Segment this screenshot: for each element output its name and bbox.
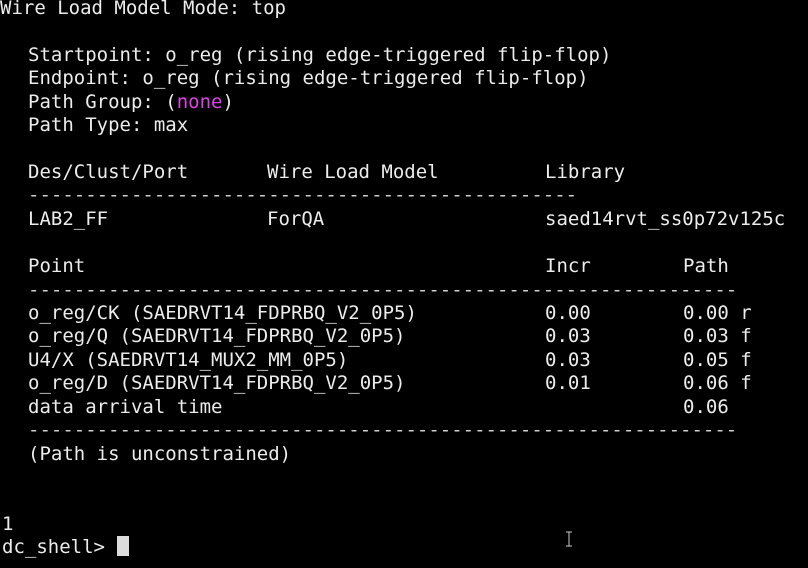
wlm-separator: ----------------------------------------… (28, 184, 578, 206)
wlm-row-model: ForQA (267, 208, 325, 230)
unconstrained-note: (Path is unconstrained) (28, 443, 292, 465)
timing-separator: ----------------------------------------… (28, 279, 738, 301)
i-beam-cursor-icon (565, 531, 573, 547)
terminal-window[interactable]: Wire Load Model Mode: top Startpoint: o_… (0, 0, 808, 568)
return-value: 1 (2, 513, 14, 535)
timing-row-point: U4/X (SAEDRVT14_MUX2_MM_0P5) (28, 349, 349, 371)
timing-row-incr: 0.01 (545, 372, 591, 394)
path-type-line: Path Type: max (28, 114, 189, 136)
path-group-value: none (176, 91, 223, 113)
timing-row-incr: 0.00 (545, 302, 591, 324)
timing-header-point: Point (28, 255, 86, 277)
wire-load-mode-line: Wire Load Model Mode: top (0, 0, 286, 19)
timing-row-path: 0.05 f (683, 349, 752, 371)
path-group-line: Path Group: (none) (28, 91, 234, 114)
text-cursor[interactable] (117, 536, 130, 556)
wlm-header-library: Library (545, 161, 626, 183)
shell-prompt: dc_shell> (2, 536, 117, 558)
timing-row-incr: 0.03 (545, 325, 591, 347)
shell-prompt-line[interactable]: dc_shell> (2, 536, 130, 559)
path-group-suffix: ) (222, 91, 234, 113)
path-group-prefix: Path Group: ( (28, 91, 177, 113)
endpoint-line: Endpoint: o_reg (rising edge-triggered f… (28, 67, 589, 89)
timing-row-path: 0.03 f (683, 325, 752, 347)
timing-header-path: Path (683, 255, 729, 277)
timing-row-path: 0.00 r (683, 302, 752, 324)
timing-footer-separator: ----------------------------------------… (28, 419, 738, 441)
timing-row-incr: 0.03 (545, 349, 591, 371)
timing-row-point: o_reg/D (SAEDRVT14_FDPRBQ_V2_0P5) (28, 372, 406, 394)
timing-row-point: o_reg/CK (SAEDRVT14_FDPRBQ_V2_0P5) (28, 302, 417, 324)
timing-row-point: o_reg/Q (SAEDRVT14_FDPRBQ_V2_0P5) (28, 325, 406, 347)
data-arrival-label: data arrival time (28, 396, 223, 418)
timing-header-incr: Incr (545, 255, 591, 277)
timing-row-path: 0.06 f (683, 372, 752, 394)
wlm-header-des-clust-port: Des/Clust/Port (28, 161, 189, 183)
wlm-row-library: saed14rvt_ss0p72v125c (545, 208, 786, 230)
data-arrival-path: 0.06 (683, 396, 729, 418)
startpoint-line: Startpoint: o_reg (rising edge-triggered… (28, 44, 612, 66)
wlm-row-design: LAB2_FF (28, 208, 109, 230)
wlm-header-wire-load-model: Wire Load Model (267, 161, 439, 183)
